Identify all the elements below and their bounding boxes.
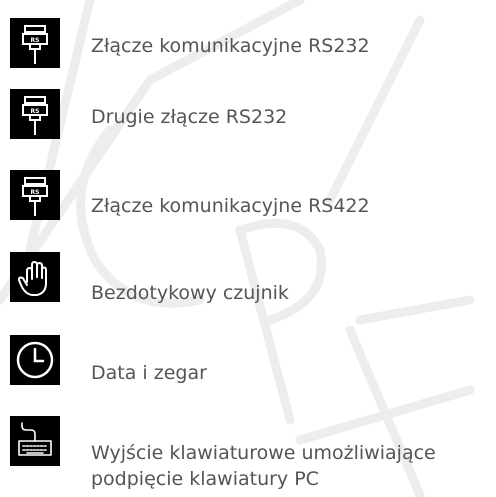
feature-label: Złącze komunikacyjne RS232 bbox=[91, 35, 370, 57]
feature-label: Drugie złącze RS232 bbox=[91, 106, 288, 128]
feature-label: Data i zegar bbox=[91, 362, 207, 384]
feature-list: RS Złącze komunikacyjne RS232 RS Drugie … bbox=[0, 0, 496, 497]
feature-label-line: podpięcie klawiatury PC bbox=[91, 468, 319, 490]
rs232-connector-icon: RS bbox=[10, 89, 60, 139]
connector-badge: RS bbox=[31, 108, 40, 115]
connector-badge: RS bbox=[31, 37, 40, 44]
feature-item: RS Drugie złącze RS232 bbox=[0, 89, 496, 145]
feature-label-line: Wyjście klawiaturowe umożliwiające bbox=[91, 442, 436, 464]
keyboard-icon bbox=[10, 416, 60, 466]
clock-icon bbox=[10, 335, 60, 385]
hand-sensor-icon bbox=[10, 252, 60, 302]
feature-label: Wyjście klawiaturowe umożliwiające podpi… bbox=[91, 440, 491, 492]
feature-item: Bezdotykowy czujnik bbox=[0, 252, 496, 308]
feature-item: Data i zegar bbox=[0, 335, 496, 391]
connector-badge: RS bbox=[31, 189, 40, 196]
feature-item: RS Złącze komunikacyjne RS232 bbox=[0, 18, 496, 74]
feature-label: Złącze komunikacyjne RS422 bbox=[91, 195, 370, 217]
feature-item: Wyjście klawiaturowe umożliwiające podpi… bbox=[0, 416, 496, 496]
rs422-connector-icon: RS bbox=[10, 170, 60, 220]
rs232-connector-icon: RS bbox=[10, 18, 60, 68]
feature-item: RS Złącze komunikacyjne RS422 bbox=[0, 170, 496, 226]
feature-label: Bezdotykowy czujnik bbox=[91, 282, 289, 304]
